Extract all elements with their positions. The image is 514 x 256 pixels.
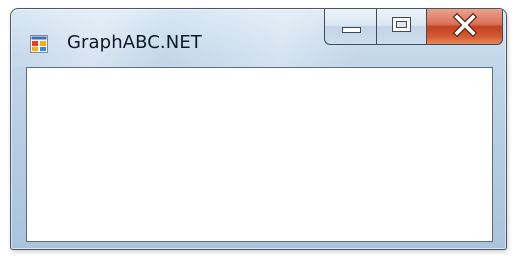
app-window-icon[interactable]: [30, 35, 48, 53]
close-button[interactable]: [427, 9, 503, 45]
graphabc-window: GraphABC.NET: [10, 8, 507, 250]
maximize-icon: [392, 17, 411, 32]
maximize-button[interactable]: [377, 9, 427, 45]
title-bar[interactable]: GraphABC.NET: [11, 9, 506, 65]
minimize-icon: [342, 27, 361, 33]
minimize-button[interactable]: [324, 9, 377, 45]
desktop-background: GraphABC.NET: [0, 0, 514, 256]
caption-buttons: [324, 9, 503, 45]
window-title: GraphABC.NET: [67, 32, 202, 53]
close-icon: [452, 13, 478, 37]
drawing-canvas[interactable]: [26, 67, 493, 242]
